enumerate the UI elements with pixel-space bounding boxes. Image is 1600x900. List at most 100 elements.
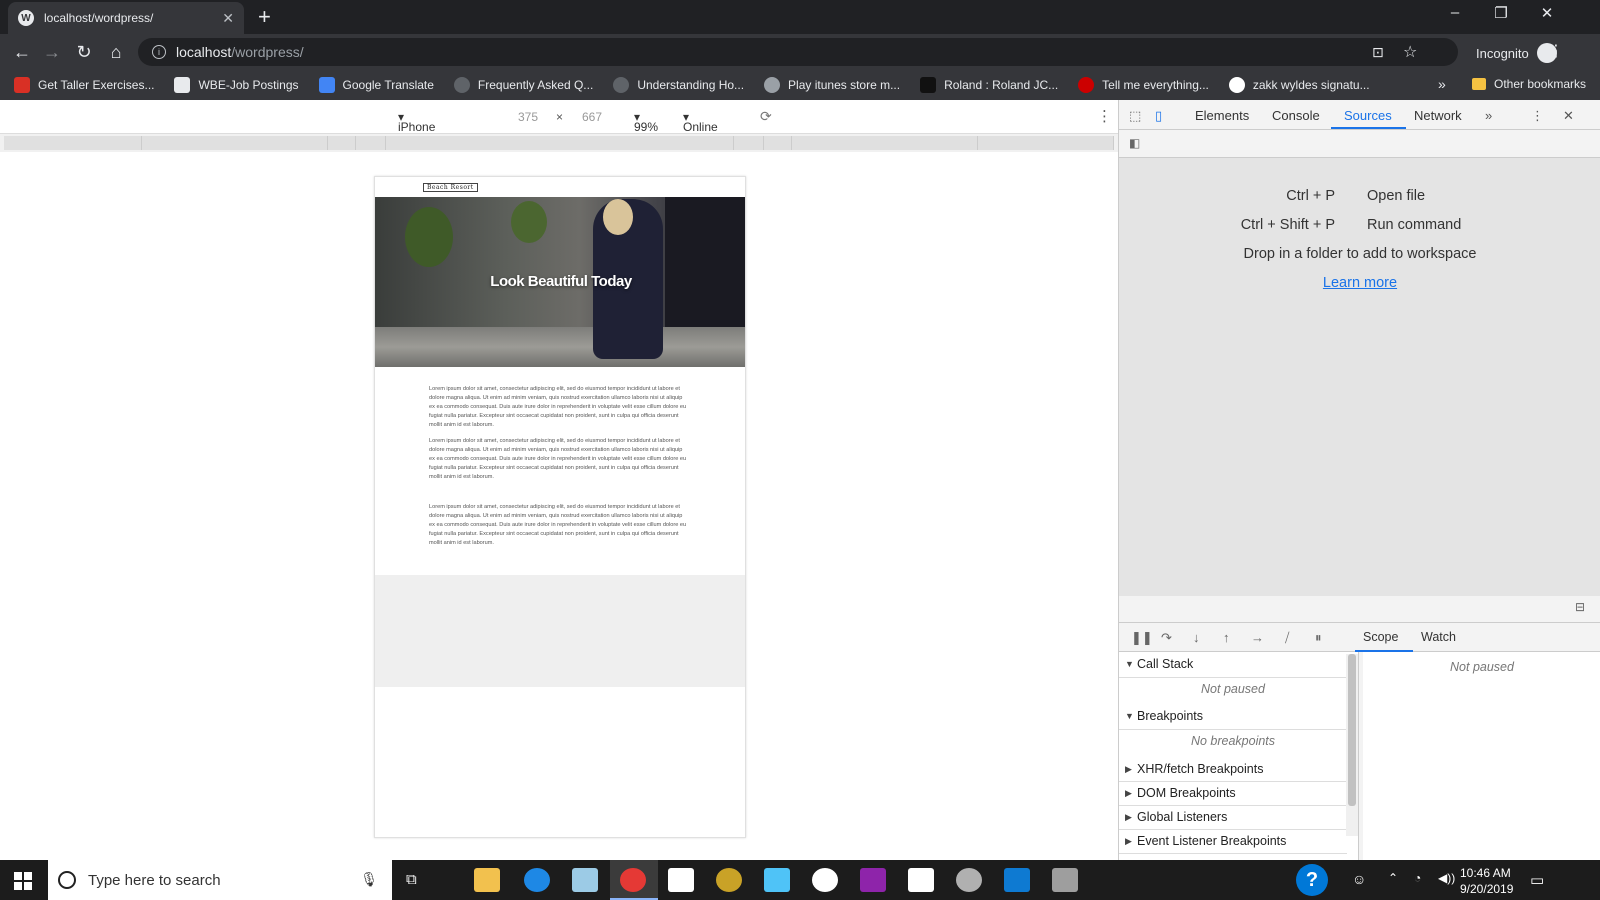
bookmark-item[interactable]: zakk wyldes signatu... xyxy=(1228,77,1370,93)
home-icon[interactable]: ⌂ xyxy=(104,40,128,64)
inspect-icon[interactable]: ⬚ xyxy=(1129,108,1141,124)
rotate-icon[interactable]: ⟳ xyxy=(760,108,772,125)
ruler-segment[interactable] xyxy=(142,136,328,150)
tab-elements[interactable]: Elements xyxy=(1195,108,1249,123)
close-devtools-icon[interactable]: ✕ xyxy=(1563,108,1574,124)
network-throttle-select[interactable]: Online ▾ xyxy=(683,110,718,134)
reload-icon[interactable]: ↻ xyxy=(72,40,96,64)
hp-icon[interactable] xyxy=(812,868,838,892)
dom-breakpoints-header[interactable]: ▶ DOM Breakpoints xyxy=(1119,782,1347,806)
ruler-segment[interactable] xyxy=(792,136,978,150)
step-over-icon[interactable]: ↷ xyxy=(1161,630,1172,646)
tab-network[interactable]: Network xyxy=(1414,108,1462,123)
app-icon[interactable] xyxy=(860,868,886,892)
deactivate-breakpoints-icon[interactable]: ⧸ xyxy=(1285,630,1289,646)
pause-on-exceptions-icon[interactable]: ⏸ xyxy=(1315,630,1322,646)
app-icon[interactable] xyxy=(764,868,790,892)
learn-more-link[interactable]: Learn more xyxy=(1119,275,1600,291)
browser-tab[interactable]: W localhost/wordpress/ ✕ xyxy=(8,2,244,34)
device-toggle-icon[interactable]: ▯ xyxy=(1155,108,1162,124)
sidebar-scrollbar[interactable] xyxy=(1346,654,1358,836)
navigator-toggle-icon[interactable]: ◧ xyxy=(1129,136,1140,150)
ruler-segment[interactable] xyxy=(4,136,142,150)
chrome-icon[interactable] xyxy=(620,868,646,892)
viewport-width-field[interactable]: 375 xyxy=(518,110,538,124)
task-view-icon[interactable]: ⧉ xyxy=(406,871,417,888)
help-icon[interactable]: ? xyxy=(1296,864,1328,896)
app-icon[interactable] xyxy=(716,868,742,892)
bookmark-item[interactable]: Get Taller Exercises... xyxy=(14,77,154,93)
devtools-menu-icon[interactable]: ⋮ xyxy=(1531,108,1544,124)
minimize-icon[interactable]: – xyxy=(1432,4,1478,21)
breakpoints-header[interactable]: ▼ Breakpoints xyxy=(1119,704,1347,730)
ruler-segment[interactable] xyxy=(764,136,792,150)
global-listeners-header[interactable]: ▶ Global Listeners xyxy=(1119,806,1347,830)
bookmark-item[interactable]: Understanding Ho... xyxy=(613,77,744,93)
tab-scope[interactable]: Scope xyxy=(1363,630,1398,644)
close-tab-icon[interactable]: ✕ xyxy=(222,10,234,27)
windows-start-icon[interactable] xyxy=(14,872,32,890)
clock-time[interactable]: 10:46 AM xyxy=(1460,866,1511,880)
app-icon[interactable] xyxy=(572,868,598,892)
bookmark-item[interactable]: Google Translate xyxy=(318,77,434,93)
tab-watch[interactable]: Watch xyxy=(1421,630,1456,644)
device-toolbar-menu-icon[interactable]: ⋮ xyxy=(1097,107,1112,125)
ruler-segment[interactable] xyxy=(734,136,764,150)
restore-icon[interactable]: ❐ xyxy=(1478,4,1524,22)
pause-icon[interactable]: ❚❚ xyxy=(1131,630,1153,646)
event-listener-breakpoints-header[interactable]: ▶ Event Listener Breakpoints xyxy=(1119,830,1347,854)
other-bookmarks[interactable]: Other bookmarks xyxy=(1472,77,1586,91)
volume-icon[interactable]: ◀)) xyxy=(1438,871,1455,885)
bookmark-item[interactable]: Tell me everything... xyxy=(1078,77,1209,93)
back-icon[interactable]: ← xyxy=(10,40,34,64)
github-icon[interactable] xyxy=(956,868,982,892)
store-icon[interactable] xyxy=(668,868,694,892)
ruler-segment[interactable] xyxy=(978,136,1114,150)
site-info-icon[interactable]: i xyxy=(152,45,166,59)
ruler-segment[interactable] xyxy=(386,136,734,150)
url-host: localhost xyxy=(176,44,232,60)
device-select[interactable]: iPhone 6/7/8 ▾ xyxy=(398,110,435,148)
show-hidden-icons-icon[interactable]: ⌃ xyxy=(1388,871,1398,885)
more-tabs-icon[interactable]: » xyxy=(1485,108,1492,123)
close-window-icon[interactable]: ✕ xyxy=(1524,4,1570,22)
address-bar[interactable]: i localhost/wordpress/ xyxy=(138,38,1458,66)
network-icon[interactable]: ◔ xyxy=(1414,871,1421,885)
toggle-debugger-icon[interactable]: ⊟ xyxy=(1575,600,1585,614)
paint-icon[interactable] xyxy=(1052,868,1078,892)
tab-sources[interactable]: Sources xyxy=(1344,108,1392,123)
clock-date[interactable]: 9/20/2019 xyxy=(1460,882,1513,896)
mobile-page-frame[interactable]: Beach Resort Look Beautiful Today Lorem … xyxy=(374,176,746,838)
scrollbar-thumb[interactable] xyxy=(1348,654,1356,806)
mail-icon[interactable] xyxy=(908,868,934,892)
forward-icon[interactable]: → xyxy=(40,40,64,64)
tab-console[interactable]: Console xyxy=(1272,108,1320,123)
bookmark-star-icon[interactable]: ☆ xyxy=(1403,42,1417,62)
menu-icon[interactable]: ⋮ xyxy=(1548,41,1564,61)
call-stack-header[interactable]: ▼ Call Stack xyxy=(1119,652,1347,678)
microphone-icon[interactable]: 🎙 xyxy=(360,871,378,888)
xhr-breakpoints-header[interactable]: ▶ XHR/fetch Breakpoints xyxy=(1119,758,1347,782)
new-tab-button[interactable]: + xyxy=(258,4,271,30)
translate-icon[interactable]: ⊡ xyxy=(1372,44,1384,61)
bookmark-item[interactable]: Frequently Asked Q... xyxy=(453,77,593,93)
taskbar-search-input[interactable]: Type here to search 🎙 xyxy=(48,860,392,900)
notifications-icon[interactable]: ▭ xyxy=(1530,871,1544,889)
incognito-indicator[interactable]: Incognito xyxy=(1476,43,1557,63)
file-explorer-icon[interactable] xyxy=(474,868,500,892)
vscode-icon[interactable] xyxy=(1004,868,1030,892)
people-icon[interactable]: ☺ xyxy=(1352,871,1366,887)
step-out-icon[interactable]: ↑ xyxy=(1223,630,1230,645)
step-into-icon[interactable]: ↓ xyxy=(1193,630,1200,645)
bookmark-item[interactable]: Roland : Roland JC... xyxy=(920,77,1058,93)
step-icon[interactable]: → xyxy=(1251,630,1264,645)
edge-icon[interactable] xyxy=(524,868,550,892)
bookmark-item[interactable]: WBE-Job Postings xyxy=(174,77,299,93)
site-logo[interactable]: Beach Resort xyxy=(423,183,478,192)
ruler-segment[interactable] xyxy=(356,136,386,150)
zoom-select[interactable]: 99% ▾ xyxy=(634,110,658,134)
ruler-segment[interactable] xyxy=(328,136,356,150)
more-bookmarks-icon[interactable]: » xyxy=(1438,76,1446,92)
bookmark-item[interactable]: Play itunes store m... xyxy=(764,77,900,93)
viewport-height-field[interactable]: 667 xyxy=(582,110,602,124)
